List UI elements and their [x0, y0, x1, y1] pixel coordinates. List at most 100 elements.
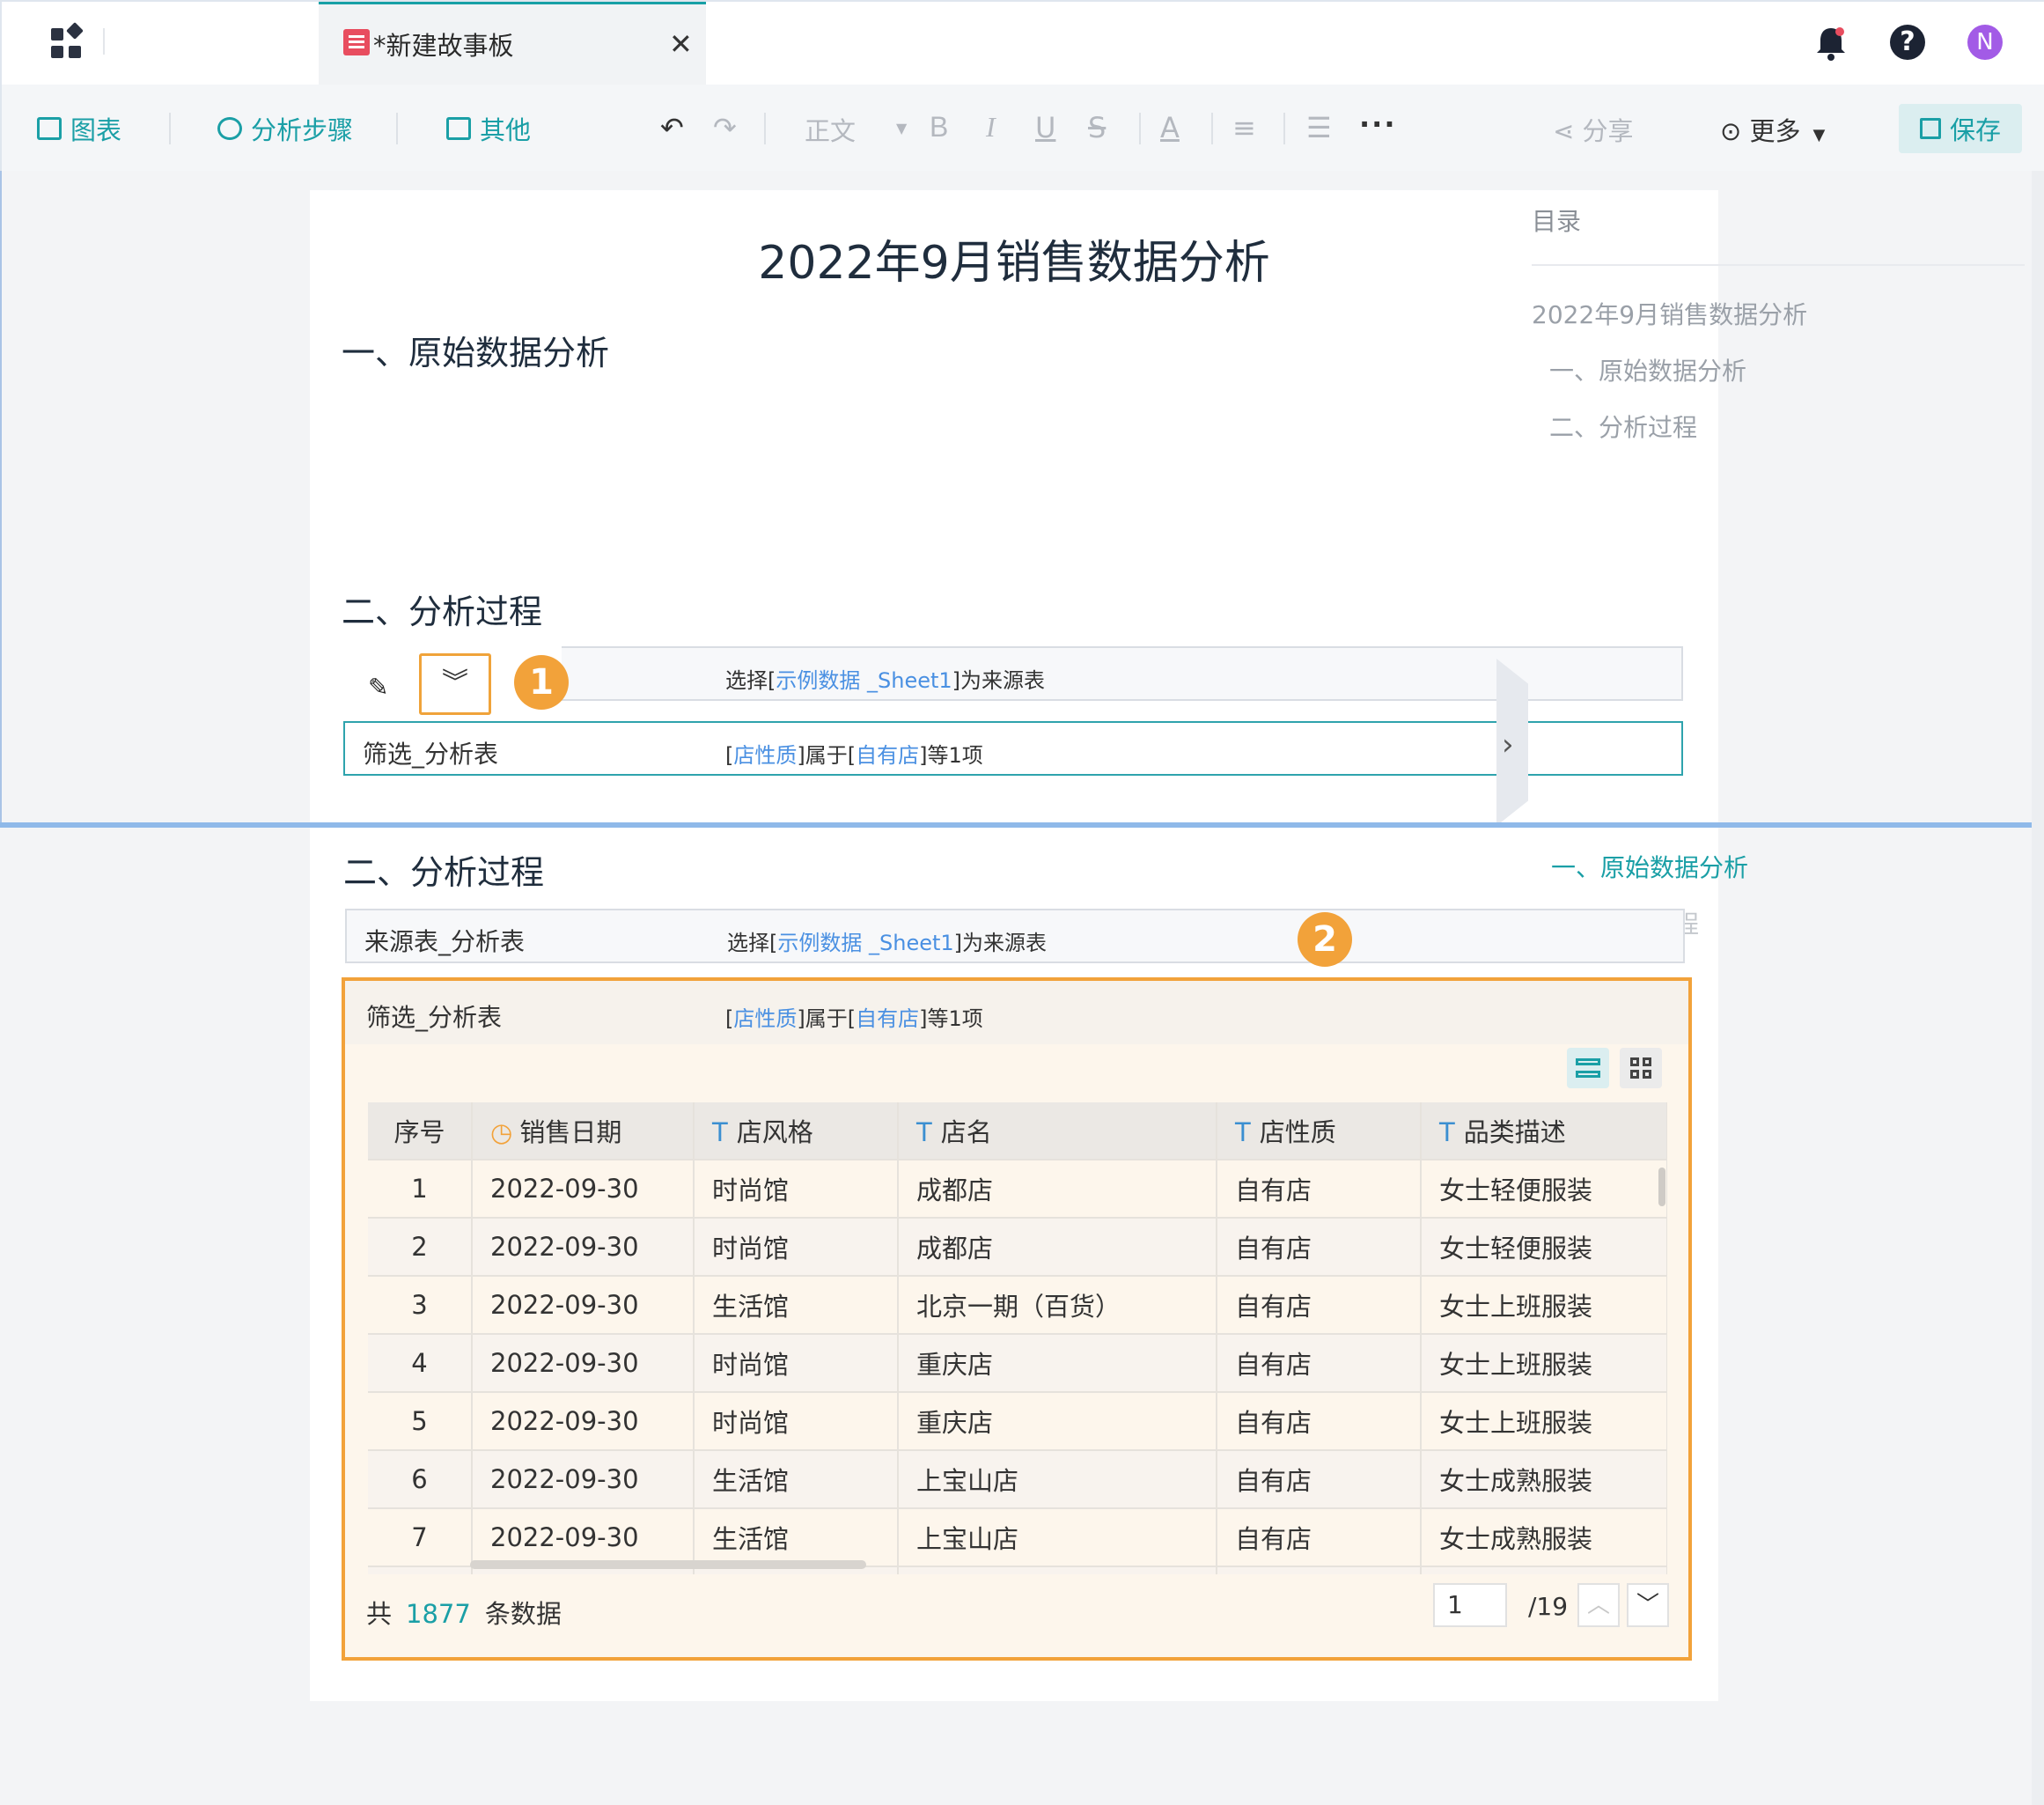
table-cell: 6: [368, 1450, 473, 1509]
column-header[interactable]: T 品类描述: [1421, 1102, 1667, 1160]
table-cell: 时尚馆: [694, 1160, 899, 1219]
table-cell: [898, 1566, 1217, 1574]
analysis-steps-button[interactable]: 分析步骤: [217, 111, 353, 146]
table-row[interactable]: 4 2022-09-30 时尚馆 重庆店 自有店 女士上班服装: [368, 1334, 1667, 1393]
table-cell: 生活馆: [694, 1508, 899, 1567]
avatar[interactable]: N: [1967, 25, 2003, 60]
caret-down-icon: ▼: [896, 120, 908, 136]
share-button[interactable]: ⋖ 分享: [1553, 111, 1634, 148]
table-cell: 2022-09-30: [472, 1218, 695, 1277]
table-cell: 7: [368, 1508, 473, 1567]
table-cell: 生活馆: [694, 1450, 899, 1509]
table-cell: 女士上班服装: [1421, 1276, 1667, 1335]
document-title[interactable]: 2022年9月销售数据分析: [310, 225, 1718, 291]
table-cell: 时尚馆: [694, 1334, 899, 1393]
column-header[interactable]: T 店性质: [1217, 1102, 1422, 1160]
chart-button[interactable]: 图表: [37, 111, 121, 146]
table-cell: 时尚馆: [694, 1392, 899, 1451]
table-cell: 8: [368, 1566, 473, 1574]
apps-grid-icon[interactable]: [46, 21, 90, 65]
table-row[interactable]: 1 2022-09-30 时尚馆 成都店 自有店 女士轻便服装: [368, 1160, 1667, 1219]
underline-icon[interactable]: U: [1035, 111, 1055, 144]
toc-item-title[interactable]: 2022年9月销售数据分析: [1532, 296, 1807, 331]
divider: [764, 113, 766, 144]
expand-double-chevron-icon[interactable]: ︾: [419, 653, 491, 715]
table-cell: 1: [368, 1160, 473, 1219]
heading-analysis-process[interactable]: 二、分析过程: [343, 845, 544, 894]
vertical-scrollbar[interactable]: [1658, 1168, 1665, 1206]
table-header-row: 序号 ◷ 销售日期 T 店风格 T 店名 T 店性质 T 品类描述: [368, 1102, 1667, 1160]
data-table-container[interactable]: 序号 ◷ 销售日期 T 店风格 T 店名 T 店性质 T 品类描述 1 2022-09-30…: [368, 1102, 1667, 1574]
step-filter-row[interactable]: 筛选_分析表 [店性质]属于[自有店]等1项: [345, 981, 1688, 1044]
step-source-desc: 选择[示例数据 _Sheet1]为来源表: [727, 931, 1048, 955]
strikethrough-icon[interactable]: S: [1088, 111, 1106, 144]
callout-badge-2: 2: [1298, 912, 1352, 967]
edit-icon[interactable]: ✎: [368, 673, 388, 702]
callout-badge-1: 1: [514, 655, 569, 710]
chevron-up-icon[interactable]: ︿: [1577, 1583, 1620, 1627]
more-button[interactable]: ⊙ 更多 ▼: [1720, 111, 1825, 148]
table-cell: 3: [368, 1276, 473, 1335]
toc-item-raw[interactable]: 一、原始数据分析: [1549, 352, 1746, 387]
table-row[interactable]: 2 2022-09-30 时尚馆 成都店 自有店 女士轻便服装: [368, 1218, 1667, 1277]
undo-icon[interactable]: ↶: [660, 111, 684, 144]
table-cell: 女士成熟服装: [1421, 1450, 1667, 1509]
more-circle-icon: ⊙: [1720, 116, 1750, 146]
column-header[interactable]: 序号: [368, 1102, 473, 1160]
heading-raw-analysis[interactable]: 一、原始数据分析: [342, 326, 609, 374]
toc-item-raw-active[interactable]: 一、原始数据分析: [1551, 849, 1748, 884]
close-icon[interactable]: ✕: [669, 27, 693, 61]
more-label: 更多: [1749, 116, 1801, 146]
list-icon[interactable]: ☰: [1306, 111, 1332, 144]
text-type-icon: T: [712, 1117, 728, 1147]
divider: [103, 28, 105, 55]
step-filter-row[interactable]: 筛选_分析表 [店性质]属于[自有店]等1项: [343, 721, 1683, 776]
divider: [396, 113, 398, 144]
other-button[interactable]: 其他: [446, 111, 531, 146]
column-header[interactable]: T 店风格: [694, 1102, 899, 1160]
bell-icon[interactable]: [1813, 25, 1849, 62]
text-style-select[interactable]: 正文: [805, 111, 856, 148]
bold-icon[interactable]: B: [930, 111, 948, 144]
table-cell: 自有店: [1217, 1392, 1422, 1451]
step-source-row[interactable]: 来源表_分析表 选择[示例数据 _Sheet1]为来源表: [345, 909, 1685, 963]
table-cell: 时尚馆: [694, 1218, 899, 1277]
redo-icon[interactable]: ↷: [713, 111, 737, 144]
divider: [169, 113, 171, 144]
align-icon[interactable]: ≡: [1232, 111, 1256, 144]
toc-item-process[interactable]: 二、分析过程: [1549, 409, 1697, 444]
table-cell: 上宝山店: [898, 1450, 1217, 1509]
save-button[interactable]: 保存: [1899, 104, 2022, 153]
tab-storyboard[interactable]: *新建故事板 ✕: [319, 2, 706, 86]
table-row[interactable]: 6 2022-09-30 生活馆 上宝山店 自有店 女士成熟服装: [368, 1450, 1667, 1509]
table-row[interactable]: 3 2022-09-30 生活馆 北京一期（百货） 自有店 女士上班服装: [368, 1276, 1667, 1335]
italic-icon[interactable]: I: [986, 111, 996, 144]
table-row[interactable]: 7 2022-09-30 生活馆 上宝山店 自有店 女士成熟服装: [368, 1508, 1667, 1567]
table-cell: 自有店: [1217, 1566, 1422, 1574]
table-cell: 2: [368, 1218, 473, 1277]
list-view-icon[interactable]: [1567, 1048, 1609, 1088]
heading-analysis-process[interactable]: 二、分析过程: [342, 585, 542, 633]
chevron-right-icon[interactable]: ›: [1502, 727, 1514, 763]
chevron-down-icon[interactable]: ﹀: [1627, 1583, 1669, 1627]
divider: [1211, 113, 1213, 144]
table-row[interactable]: 5 2022-09-30 时尚馆 重庆店 自有店 女士上班服装: [368, 1392, 1667, 1451]
more-dots-icon[interactable]: ···: [1359, 107, 1396, 141]
record-count: 共 1877 条数据: [366, 1599, 562, 1629]
text-type-icon: T: [1235, 1117, 1251, 1147]
page-scrollbar[interactable]: [2032, 171, 2044, 1805]
column-header[interactable]: T 店名: [898, 1102, 1217, 1160]
column-header[interactable]: ◷ 销售日期: [472, 1102, 695, 1160]
font-color-icon[interactable]: A: [1160, 111, 1180, 144]
top-bar: *新建故事板 ✕ ? N: [0, 0, 2044, 86]
grid-view-icon[interactable]: [1620, 1048, 1662, 1088]
focus-border: [0, 171, 2, 826]
horizontal-scrollbar[interactable]: [470, 1560, 866, 1569]
chart-icon: [37, 117, 62, 140]
step-source-name: 来源表_分析表: [364, 927, 526, 956]
table-cell: 2022-09-30: [472, 1276, 695, 1335]
table-cell: 2022-09-30: [472, 1508, 695, 1567]
page-number-input[interactable]: 1: [1433, 1583, 1507, 1627]
help-icon[interactable]: ?: [1890, 25, 1925, 60]
table-cell: 2022-09-30: [472, 1450, 695, 1509]
